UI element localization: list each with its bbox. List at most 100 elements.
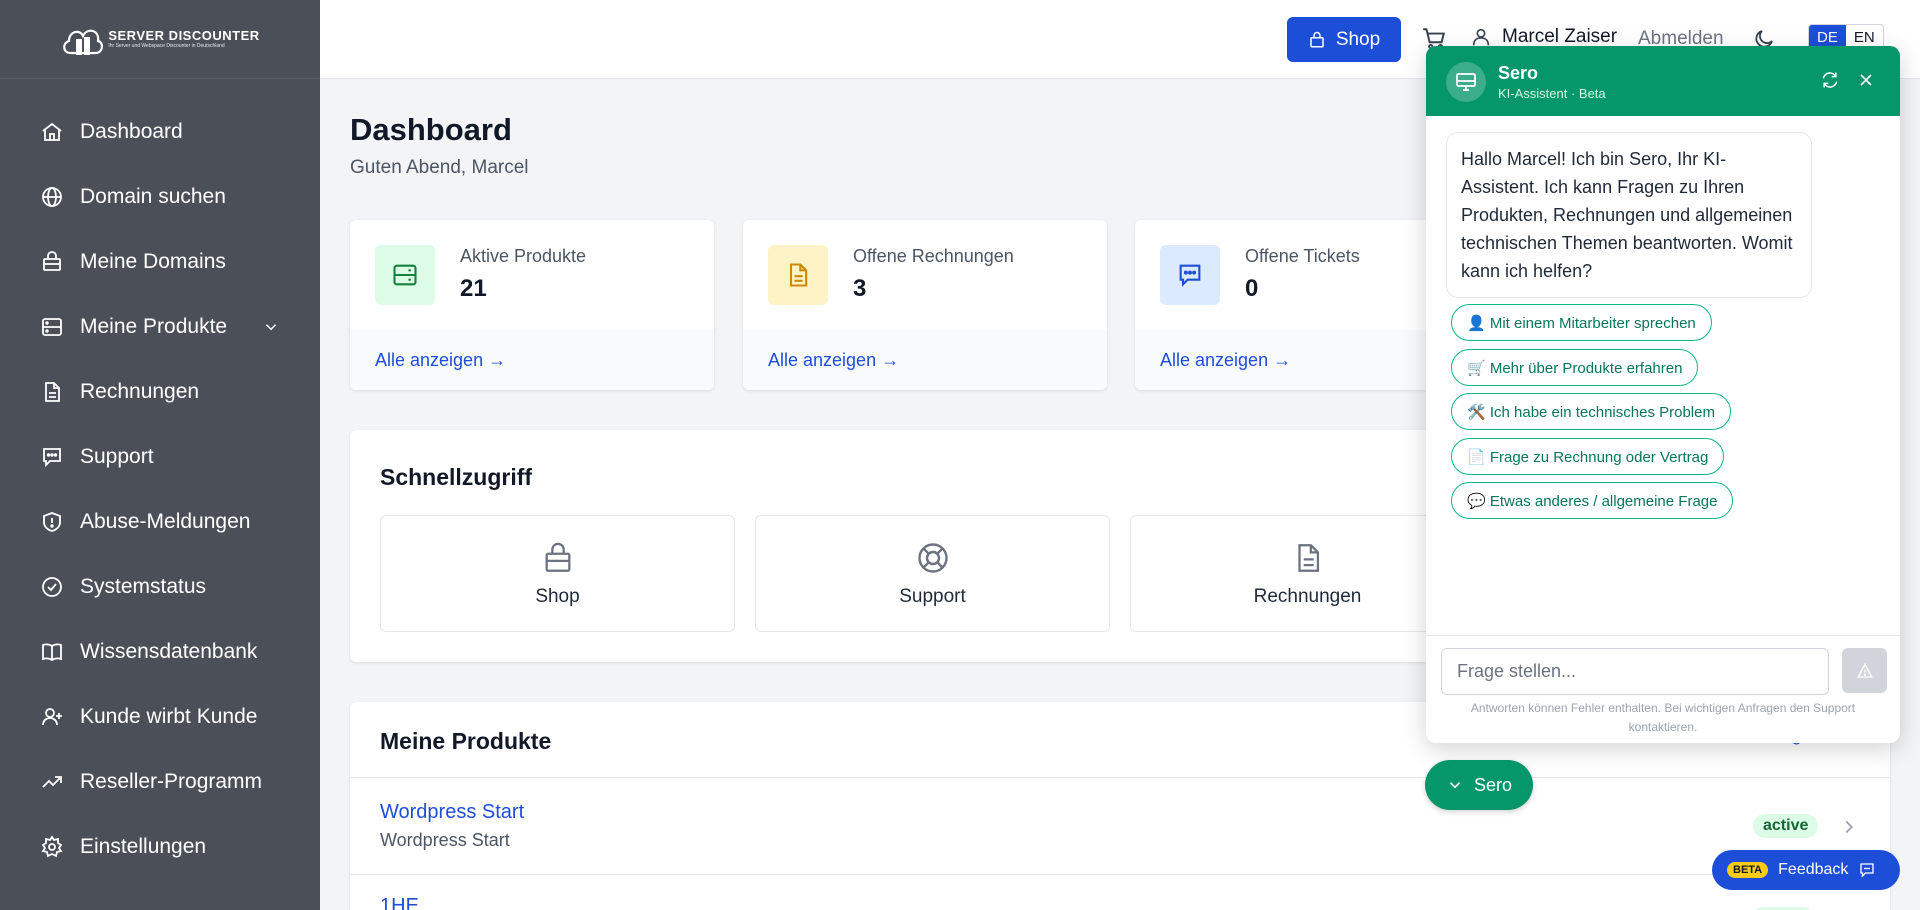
sidebar-item-settings[interactable]: Einstellungen xyxy=(0,814,320,879)
sidebar-item-label: Domain suchen xyxy=(80,184,226,208)
stat-value: 21 xyxy=(460,275,487,302)
product-name[interactable]: 1HE xyxy=(380,895,419,910)
greeting: Guten Abend, Marcel xyxy=(350,157,529,178)
stat-icon-badge xyxy=(1160,245,1220,305)
sidebar-item-label: Systemstatus xyxy=(80,574,207,598)
status-badge: active xyxy=(1753,814,1819,838)
stat-label: Offene Tickets xyxy=(1245,246,1360,266)
sidebar-item-referral[interactable]: Kunde wirbt Kunde xyxy=(0,684,320,749)
stat-icon-badge xyxy=(768,245,828,305)
chat-title: Sero xyxy=(1498,63,1539,83)
trending-icon xyxy=(42,775,62,788)
message-icon xyxy=(1860,863,1875,878)
sidebar-item-system-status[interactable]: Systemstatus xyxy=(0,554,320,619)
table-row[interactable]: Wordpress Start Wordpress Start active xyxy=(350,777,1890,874)
sidebar-item-support[interactable]: Support xyxy=(0,424,320,489)
chevron-down-icon xyxy=(265,323,277,330)
feedback-button[interactable]: BETA Feedback xyxy=(1712,850,1900,890)
stat-icon-badge xyxy=(375,245,435,305)
page-title: Dashboard xyxy=(350,112,512,147)
send-icon xyxy=(1856,662,1873,678)
chat-widget: Sero KI-Assistent · Beta Hallo Marcel! I… xyxy=(1426,46,1900,743)
sidebar-item-label: Wissensdatenbank xyxy=(80,639,258,663)
sidebar-item-my-products[interactable]: Meine Produkte xyxy=(0,294,320,359)
chat-icon xyxy=(43,447,61,467)
chat-option-invoice-contract[interactable]: 📄 Frage zu Rechnung oder Vertrag xyxy=(1451,438,1725,475)
sidebar-item-knowledge-base[interactable]: Wissensdatenbank xyxy=(0,619,320,684)
close-icon[interactable] xyxy=(1856,70,1876,90)
bag-icon xyxy=(43,250,61,271)
user-icon xyxy=(1472,28,1490,46)
stat-card-active-products: Aktive Produkte 21 Alle anzeigen → xyxy=(350,220,714,390)
chat-toggle-button[interactable]: Sero xyxy=(1425,760,1533,810)
sidebar-item-label: Einstellungen xyxy=(80,834,207,858)
brand-logo[interactable]: SERVER DISCOUNTER Ihr Server und Webspac… xyxy=(60,19,259,59)
product-subtitle: Wordpress Start xyxy=(380,830,510,850)
send-button[interactable] xyxy=(1842,648,1887,693)
document-icon xyxy=(45,381,60,402)
monitor-icon xyxy=(1456,73,1476,91)
check-circle-icon xyxy=(42,576,62,597)
stat-link[interactable]: Alle anzeigen → xyxy=(743,330,1107,390)
user-plus-icon xyxy=(42,707,62,725)
sidebar-item-label: Abuse-Meldungen xyxy=(80,509,251,533)
document-icon xyxy=(1297,543,1319,572)
chat-option-general-question[interactable]: 💬 Etwas anderes / allgemeine Frage xyxy=(1451,482,1734,519)
quick-access-title: Schnellzugriff xyxy=(380,464,533,490)
quick-access-shop[interactable]: Shop xyxy=(380,515,735,632)
chat-option-talk-to-staff[interactable]: 👤 Mit einem Mitarbeiter sprechen xyxy=(1451,304,1712,341)
cloud-server-icon xyxy=(63,29,104,55)
sidebar-item-reseller[interactable]: Reseller-Programm xyxy=(0,749,320,814)
shop-button[interactable]: Shop xyxy=(1287,17,1401,62)
quick-access-support[interactable]: Support xyxy=(755,515,1110,632)
shop-button-label: Shop xyxy=(1335,28,1381,50)
feedback-label: Feedback xyxy=(1778,861,1849,878)
chat-input[interactable] xyxy=(1441,648,1829,695)
sidebar-item-label: Meine Domains xyxy=(80,249,226,273)
sidebar-nav: Dashboard Domain suchen Meine Domains Me… xyxy=(0,79,320,879)
quick-access-label: Support xyxy=(899,585,966,607)
chat-option-products[interactable]: 🛒 Mehr über Produkte erfahren xyxy=(1451,349,1699,386)
lifebuoy-icon xyxy=(917,542,948,573)
chevron-down-icon xyxy=(1449,782,1461,789)
stat-card-open-invoices: Offene Rechnungen 3 Alle anzeigen → xyxy=(743,220,1107,390)
gear-icon xyxy=(41,834,63,857)
stat-value: 0 xyxy=(1245,275,1259,302)
sidebar-item-abuse[interactable]: Abuse-Meldungen xyxy=(0,489,320,554)
chat-header: Sero KI-Assistent · Beta xyxy=(1426,46,1900,116)
stat-label: Offene Rechnungen xyxy=(853,246,1014,266)
bag-icon xyxy=(1310,31,1324,47)
sidebar: SERVER DISCOUNTER Ihr Server und Webspac… xyxy=(0,0,320,910)
home-icon xyxy=(42,122,62,141)
product-name[interactable]: Wordpress Start xyxy=(380,801,524,824)
logo-area: SERVER DISCOUNTER Ihr Server und Webspac… xyxy=(0,0,320,79)
brand-tagline: Ihr Server und Webspace Discounter in De… xyxy=(108,43,225,49)
user-menu[interactable]: Marcel Zaiser xyxy=(1470,26,1617,48)
chat-subtitle: KI-Assistent · Beta xyxy=(1498,86,1606,101)
table-row[interactable]: 1HE xyxy=(350,874,1890,910)
stat-value: 3 xyxy=(853,275,867,302)
globe-icon xyxy=(42,186,62,207)
sidebar-item-label: Dashboard xyxy=(80,119,183,143)
document-icon xyxy=(789,263,808,287)
stat-link[interactable]: Alle anzeigen → xyxy=(350,330,714,390)
chat-option-technical-problem[interactable]: 🛠️ Ich habe ein technisches Problem xyxy=(1451,393,1731,430)
shield-icon xyxy=(43,511,61,532)
quick-access-label: Shop xyxy=(535,585,580,607)
chat-avatar xyxy=(1446,62,1486,102)
sidebar-item-label: Kunde wirbt Kunde xyxy=(80,704,258,728)
sidebar-item-invoices[interactable]: Rechnungen xyxy=(0,359,320,424)
chat-toggle-label: Sero xyxy=(1473,774,1513,795)
sidebar-item-domain-search[interactable]: Domain suchen xyxy=(0,164,320,229)
chat-message-bubble: Hallo Marcel! Ich bin Sero, Ihr KI-Assis… xyxy=(1446,132,1812,298)
sidebar-item-dashboard[interactable]: Dashboard xyxy=(0,99,320,164)
sidebar-item-label: Support xyxy=(80,444,154,468)
chevron-right-icon xyxy=(1845,820,1854,834)
bag-icon xyxy=(545,542,570,572)
sidebar-item-label: Meine Produkte xyxy=(80,314,228,338)
sidebar-item-my-domains[interactable]: Meine Domains xyxy=(0,229,320,294)
refresh-icon[interactable] xyxy=(1820,70,1840,90)
book-icon xyxy=(42,642,62,661)
chat-footer: Antworten können Fehler enthalten. Bei w… xyxy=(1426,635,1900,743)
sidebar-item-label: Rechnungen xyxy=(80,379,200,403)
